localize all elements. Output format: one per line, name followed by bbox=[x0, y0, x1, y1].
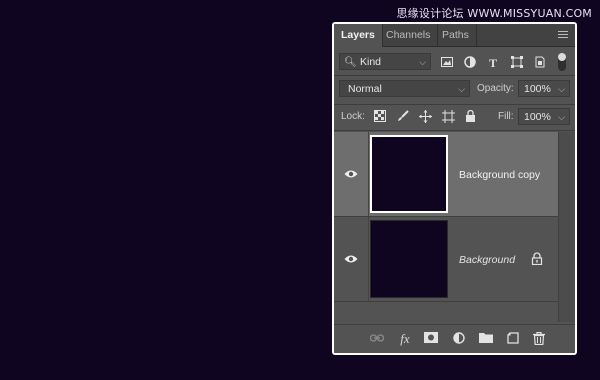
lock-artboard-icon[interactable] bbox=[441, 110, 455, 124]
layer-thumbnail bbox=[370, 135, 448, 213]
chevron-down-icon: ⌵ bbox=[558, 112, 565, 122]
opacity-input[interactable]: 100% ⌵ bbox=[518, 80, 570, 97]
fill-value: 100% bbox=[524, 111, 551, 123]
shape-icon[interactable] bbox=[510, 56, 524, 70]
new-layer-icon[interactable] bbox=[506, 332, 520, 346]
blend-row: Normal ⌵ Opacity: 100% ⌵ bbox=[334, 78, 575, 100]
blend-mode-value: Normal bbox=[348, 83, 382, 95]
filter-kind-label: Kind bbox=[360, 56, 382, 68]
opacity-label: Opacity: bbox=[477, 83, 514, 94]
group-icon[interactable] bbox=[479, 332, 493, 346]
fill-label: Fill: bbox=[498, 111, 514, 122]
layer-row-background-copy[interactable]: Background copy bbox=[334, 132, 558, 217]
layer-row-background[interactable]: Background bbox=[334, 217, 558, 302]
lock-label: Lock: bbox=[341, 111, 365, 122]
image-icon[interactable] bbox=[440, 56, 454, 70]
chevron-down-icon: ⌵ bbox=[419, 57, 426, 67]
eye-icon[interactable] bbox=[344, 254, 358, 264]
link-icon[interactable] bbox=[369, 332, 385, 346]
chevron-down-icon: ⌵ bbox=[558, 84, 565, 94]
adjustment-layer-icon[interactable] bbox=[452, 332, 466, 346]
smart-object-icon[interactable] bbox=[533, 56, 547, 70]
layer-name[interactable]: Background copy bbox=[459, 169, 540, 181]
lock-move-icon[interactable] bbox=[418, 110, 432, 124]
bottom-toolbar: fx bbox=[334, 324, 575, 353]
adjustment-icon[interactable] bbox=[463, 56, 477, 70]
panel-menu-icon[interactable] bbox=[558, 31, 568, 39]
layers-scrollbar[interactable] bbox=[558, 132, 575, 322]
lock-paint-icon[interactable] bbox=[396, 110, 410, 124]
mask-icon[interactable] bbox=[424, 332, 438, 346]
eye-icon[interactable] bbox=[344, 169, 358, 179]
fx-icon[interactable]: fx bbox=[398, 332, 412, 346]
tab-layers[interactable]: Layers bbox=[334, 24, 383, 47]
opacity-value: 100% bbox=[524, 83, 551, 95]
filter-kind-select[interactable]: 🔍︎ Kind ⌵ bbox=[339, 53, 431, 70]
layers-panel: Layers Channels Paths 🔍︎ Kind ⌵ T Normal… bbox=[332, 22, 577, 355]
trash-icon[interactable] bbox=[532, 331, 546, 346]
blend-mode-select[interactable]: Normal ⌵ bbox=[339, 80, 470, 97]
layer-thumbnail bbox=[370, 220, 448, 298]
lock-icon bbox=[531, 252, 543, 265]
chevron-down-icon: ⌵ bbox=[458, 84, 465, 94]
type-icon[interactable]: T bbox=[486, 56, 500, 70]
tab-paths[interactable]: Paths bbox=[435, 24, 477, 46]
watermark: 思缘设计论坛 WWW.MISSYUAN.COM bbox=[396, 7, 592, 20]
search-icon: 🔍︎ bbox=[344, 57, 357, 68]
lock-row: Lock: Fill: 100% ⌵ bbox=[334, 106, 575, 128]
fill-input[interactable]: 100% ⌵ bbox=[518, 108, 570, 125]
filter-toggle[interactable] bbox=[558, 53, 566, 71]
filter-row: 🔍︎ Kind ⌵ T bbox=[334, 51, 575, 73]
tab-bar: Layers Channels Paths bbox=[334, 24, 575, 47]
tab-channels[interactable]: Channels bbox=[379, 24, 439, 46]
lock-transparent-icon[interactable] bbox=[373, 110, 387, 124]
layer-name[interactable]: Background bbox=[459, 254, 515, 266]
lock-all-icon[interactable] bbox=[463, 109, 477, 124]
